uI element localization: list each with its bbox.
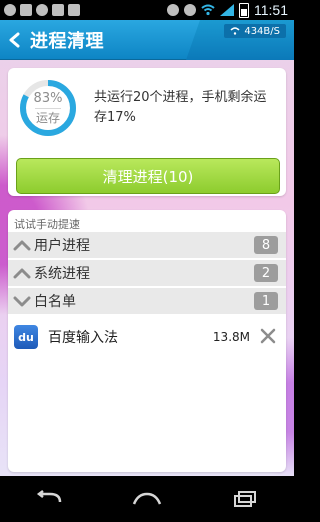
settings-icon: [36, 4, 48, 16]
back-arrow-icon[interactable]: [6, 31, 24, 49]
memory-gauge-text: 83% 运存: [18, 78, 78, 138]
recent-apps-button[interactable]: [225, 484, 265, 514]
doc-icon: [68, 4, 80, 16]
back-button[interactable]: [29, 484, 69, 514]
memory-percent: 83%: [33, 90, 63, 106]
vibrate-icon: [184, 4, 196, 16]
mail-icon: [52, 4, 64, 16]
recent-apps-icon: [234, 491, 256, 507]
image-icon: [20, 4, 32, 16]
whitelist-item[interactable]: du 百度输入法 13.8M: [8, 322, 286, 352]
panel-header: 试试手动提速: [14, 218, 80, 231]
back-nav-icon: [36, 490, 62, 503]
section-label: 用户进程: [34, 238, 90, 254]
section-label: 系统进程: [34, 266, 90, 282]
gauge-divider: [35, 107, 61, 109]
status-bar: 11:51: [0, 0, 294, 20]
baidu-input-icon: du: [14, 325, 38, 349]
network-speed-badge: 434B/S: [224, 24, 286, 38]
section-user-process[interactable]: 用户进程 8: [8, 232, 286, 258]
status-icons-right: 11:51: [167, 1, 294, 20]
globe-icon: [4, 4, 16, 16]
alarm-icon: [167, 4, 179, 16]
section-whitelist[interactable]: 白名单 1: [8, 288, 286, 314]
title-bar: 进程清理 434B/S: [0, 20, 294, 60]
network-speed-text: 434B/S: [244, 25, 280, 37]
app-name: 百度输入法: [48, 330, 118, 346]
section-count-badge: 1: [254, 292, 278, 310]
memory-label: 运存: [35, 110, 60, 125]
status-time: 11:51: [254, 2, 288, 18]
home-button[interactable]: [127, 484, 167, 514]
page-title: 进程清理: [30, 31, 104, 52]
process-summary-text: 共运行20个进程，手机剩余运存17%: [94, 90, 267, 125]
app-content: 进程清理 434B/S 83% 运存 共运行20个进程，手机剩余运存17% 清理…: [0, 20, 294, 476]
battery-icon: [239, 2, 249, 18]
wifi-icon: [201, 1, 215, 20]
process-panel: 试试手动提速 用户进程 8 系统进程 2 白名单 1 du 百度输入法 13.8…: [8, 210, 286, 472]
wifi-icon: [230, 27, 240, 35]
section-label: 白名单: [34, 294, 76, 310]
chevron-up-icon: [10, 232, 34, 258]
section-system-process[interactable]: 系统进程 2: [8, 260, 286, 286]
chevron-down-icon: [10, 288, 34, 314]
memory-summary-card: 83% 运存 共运行20个进程，手机剩余运存17% 清理进程(10): [8, 68, 286, 196]
title-group[interactable]: 进程清理: [6, 20, 104, 60]
close-icon[interactable]: [260, 328, 276, 344]
section-count-badge: 8: [254, 236, 278, 254]
navigation-bar: [0, 476, 294, 522]
section-count-badge: 2: [254, 264, 278, 282]
clean-process-button[interactable]: 清理进程(10): [16, 158, 280, 194]
chevron-up-icon: [10, 260, 34, 286]
signal-icon: [220, 1, 234, 20]
app-memory: 13.8M: [212, 330, 250, 344]
status-icons-left: [0, 4, 80, 16]
home-icon: [132, 492, 162, 505]
